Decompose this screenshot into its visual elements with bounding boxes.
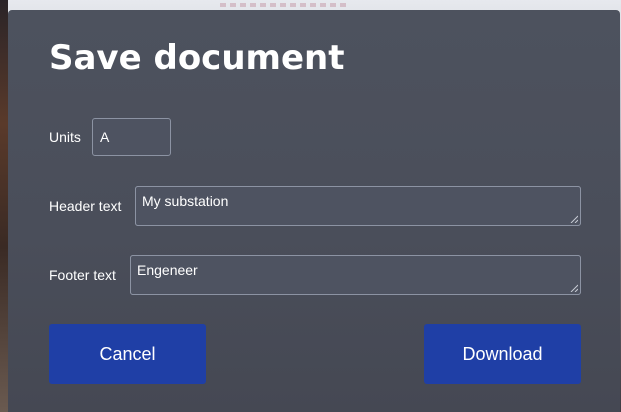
background-top-pattern [220,3,350,7]
header-text-label: Header text [49,198,122,214]
header-text-input[interactable]: My substation [135,186,581,226]
header-text-field[interactable]: My substation [135,186,581,226]
background-left-edge [0,0,8,412]
footer-text-field[interactable]: Engeneer [130,255,581,295]
units-input[interactable] [92,118,171,156]
save-document-dialog: Save document Units Header text My subst… [8,10,620,412]
units-label: Units [49,129,81,145]
footer-text-input[interactable]: Engeneer [130,255,581,295]
dialog-title: Save document [49,38,345,78]
cancel-button[interactable]: Cancel [49,324,206,384]
footer-text-label: Footer text [49,267,116,283]
download-button[interactable]: Download [424,324,581,384]
